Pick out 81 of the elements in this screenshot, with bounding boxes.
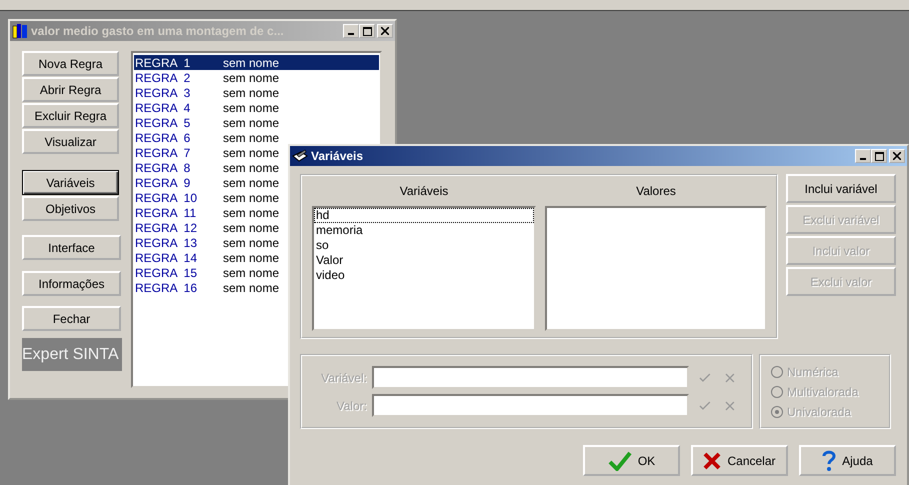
command-button[interactable]: Objetivos <box>22 196 119 221</box>
dialog-button[interactable]: Cancelar <box>691 445 788 476</box>
rule-description: sem nome <box>223 176 280 190</box>
check-icon[interactable] <box>699 400 712 410</box>
rule-name: REGRA 8 <box>134 160 192 174</box>
rule-name: REGRA 3 <box>134 86 192 100</box>
column-heading: Valores <box>636 184 676 200</box>
variable-item[interactable]: Valor <box>314 253 534 268</box>
pencil-box-icon <box>292 149 308 163</box>
rule-description: sem nome <box>223 236 280 250</box>
rule-row[interactable]: REGRA 1 sem nome <box>134 55 379 70</box>
column-heading: Variáveis <box>400 184 448 200</box>
variable-list[interactable]: hd memoria so Valor video <box>312 206 536 331</box>
maximize-icon <box>362 26 372 36</box>
variable-item[interactable]: so <box>314 238 534 253</box>
logo-label: Expert SINTA <box>22 338 122 371</box>
variable-item[interactable]: memoria <box>314 223 534 238</box>
side-button[interactable]: Inclui variável <box>786 174 896 203</box>
rule-name: REGRA 14 <box>134 250 198 264</box>
rule-description: sem nome <box>223 70 280 84</box>
maximize-icon <box>874 152 884 160</box>
close-icon <box>381 27 389 35</box>
rule-description: sem nome <box>223 280 280 294</box>
rule-description: sem nome <box>223 116 280 130</box>
rule-name: REGRA 11 <box>134 206 198 220</box>
rule-name: REGRA 6 <box>134 130 192 144</box>
rule-name: REGRA 15 <box>134 266 198 280</box>
command-button[interactable]: Nova Regra <box>22 51 119 76</box>
rule-name: REGRA 4 <box>134 100 192 114</box>
rule-description: sem nome <box>223 100 280 114</box>
variable-item[interactable]: hd <box>314 208 534 223</box>
rule-description: sem nome <box>223 86 280 100</box>
rule-name: REGRA 5 <box>134 116 192 130</box>
rule-name: REGRA 10 <box>134 190 198 204</box>
rule-name: REGRA 9 <box>134 176 192 190</box>
rule-description: sem nome <box>223 206 280 220</box>
question-mark-icon <box>822 450 836 472</box>
variable-item[interactable]: video <box>314 268 534 283</box>
maximize-button[interactable] <box>359 24 375 38</box>
rule-row[interactable]: REGRA 4 sem nome <box>134 100 379 115</box>
rule-description: sem nome <box>223 250 280 264</box>
maximize-button[interactable] <box>871 149 887 163</box>
rule-description: sem nome <box>223 146 280 160</box>
input-field[interactable] <box>372 366 690 389</box>
command-button[interactable]: Variáveis <box>22 170 119 195</box>
rule-description: sem nome <box>223 190 280 204</box>
rule-name: REGRA 7 <box>134 146 192 160</box>
minimize-button[interactable] <box>855 149 871 163</box>
cross-icon <box>703 452 722 470</box>
window-title: Variáveis <box>311 149 364 163</box>
rule-row[interactable]: REGRA 3 sem nome <box>134 85 379 100</box>
rule-description: sem nome <box>223 160 280 174</box>
rule-name: REGRA 12 <box>134 220 198 234</box>
command-button[interactable]: Visualizar <box>22 129 119 154</box>
command-button[interactable]: Interface <box>22 235 121 260</box>
rule-name: REGRA 13 <box>134 236 198 250</box>
rule-description: sem nome <box>223 130 280 144</box>
check-icon[interactable] <box>699 372 712 382</box>
rule-description: sem nome <box>223 56 280 70</box>
dialog-button[interactable]: Ajuda <box>799 445 896 476</box>
rule-name: REGRA 2 <box>134 70 192 84</box>
value-list[interactable] <box>545 206 767 331</box>
rule-description: sem nome <box>223 220 280 234</box>
rule-description: sem nome <box>223 266 280 280</box>
command-button[interactable]: Fechar <box>22 306 121 331</box>
input-field[interactable] <box>372 394 690 417</box>
close-icon <box>893 152 901 160</box>
command-button[interactable]: Abrir Regra <box>22 77 119 102</box>
books-icon <box>12 23 28 39</box>
rule-row[interactable]: REGRA 5 sem nome <box>134 115 379 130</box>
minimize-button[interactable] <box>343 24 359 38</box>
rule-name: REGRA 1 <box>134 56 192 70</box>
command-button[interactable]: Informações <box>22 271 121 296</box>
close-button[interactable] <box>889 149 905 163</box>
close-button[interactable] <box>377 24 393 38</box>
rule-name: REGRA 16 <box>134 280 198 294</box>
dialog-button[interactable]: OK <box>583 445 680 476</box>
rule-row[interactable]: REGRA 2 sem nome <box>134 70 379 85</box>
command-button[interactable]: Excluir Regra <box>22 103 119 128</box>
rule-row[interactable]: REGRA 6 sem nome <box>134 130 379 145</box>
check-icon <box>608 450 632 470</box>
